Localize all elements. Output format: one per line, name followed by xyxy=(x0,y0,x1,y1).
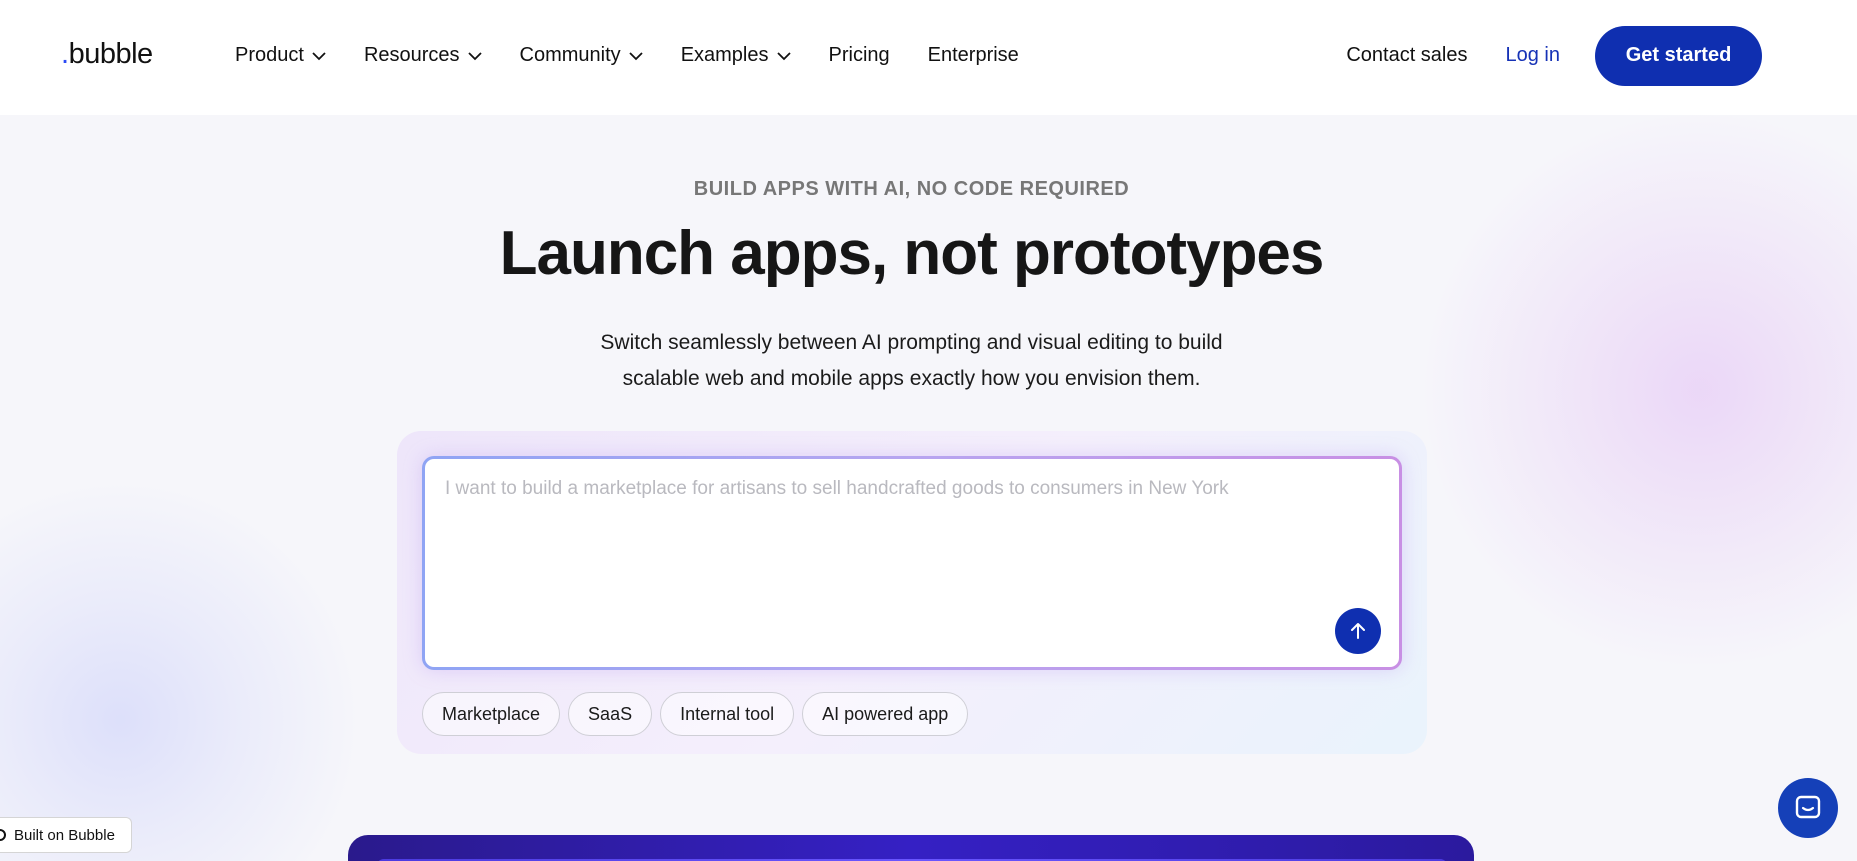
subtitle-line-2: scalable web and mobile apps exactly how… xyxy=(622,367,1201,390)
nav-links: Product Resources Community Examples Pri… xyxy=(235,0,1057,111)
nav-item-resources[interactable]: Resources xyxy=(364,44,482,67)
nav-item-label: Pricing xyxy=(828,44,890,66)
nav-item-product[interactable]: Product xyxy=(235,44,326,67)
hero-subtitle: Switch seamlessly between AI prompting a… xyxy=(0,325,1823,397)
top-navigation: .bubble Product Resources Community Exam… xyxy=(0,0,1857,115)
chip-ai-powered-app[interactable]: AI powered app xyxy=(802,692,969,736)
prompt-placeholder: I want to build a marketplace for artisa… xyxy=(445,478,1229,499)
chevron-down-icon xyxy=(629,51,643,60)
product-preview-panel xyxy=(348,835,1474,861)
nav-item-label: Resources xyxy=(363,44,460,66)
nav-item-label: Community xyxy=(519,44,621,66)
prompt-card: I want to build a marketplace for artisa… xyxy=(397,431,1427,754)
suggestion-chips: Marketplace SaaS Internal tool AI powere… xyxy=(422,692,976,736)
logo-dot: . xyxy=(61,38,69,70)
chat-launcher-button[interactable] xyxy=(1778,778,1838,838)
chip-marketplace[interactable]: Marketplace xyxy=(422,692,561,736)
subtitle-line-1: Switch seamlessly between AI prompting a… xyxy=(600,331,1223,354)
built-on-bubble-label: Built on Bubble xyxy=(14,826,115,844)
logo-text: bubble xyxy=(68,38,154,70)
chip-saas[interactable]: SaaS xyxy=(568,692,653,736)
arrow-up-icon xyxy=(1351,623,1365,639)
nav-item-examples[interactable]: Examples xyxy=(681,44,791,67)
nav-item-enterprise[interactable]: Enterprise xyxy=(928,44,1019,67)
nav-item-label: Enterprise xyxy=(927,44,1019,66)
nav-actions: Contact sales Log in Get started xyxy=(1346,0,1762,111)
nav-item-label: Examples xyxy=(680,44,769,66)
nav-item-pricing[interactable]: Pricing xyxy=(829,44,890,67)
get-started-button[interactable]: Get started xyxy=(1595,25,1762,86)
nav-item-label: Product xyxy=(235,44,304,66)
nav-item-community[interactable]: Community xyxy=(520,44,643,67)
hero-headline: Launch apps, not prototypes xyxy=(499,219,1325,288)
chevron-down-icon xyxy=(776,51,791,60)
send-prompt-button[interactable] xyxy=(1335,608,1381,654)
contact-sales-link[interactable]: Contact sales xyxy=(1346,44,1467,67)
prompt-textarea[interactable]: I want to build a marketplace for artisa… xyxy=(422,456,1402,670)
built-on-bubble-badge[interactable]: Built on Bubble xyxy=(0,817,132,853)
chat-bubble-icon xyxy=(1795,795,1821,819)
chevron-down-icon xyxy=(312,51,326,60)
bubble-logo[interactable]: .bubble xyxy=(61,38,153,71)
hero-eyebrow: BUILD APPS WITH AI, NO CODE REQUIRED xyxy=(693,178,1130,200)
login-link[interactable]: Log in xyxy=(1506,44,1561,67)
chip-internal-tool[interactable]: Internal tool xyxy=(660,692,795,736)
chevron-down-icon xyxy=(467,51,482,60)
bubble-mark-icon xyxy=(0,829,6,841)
